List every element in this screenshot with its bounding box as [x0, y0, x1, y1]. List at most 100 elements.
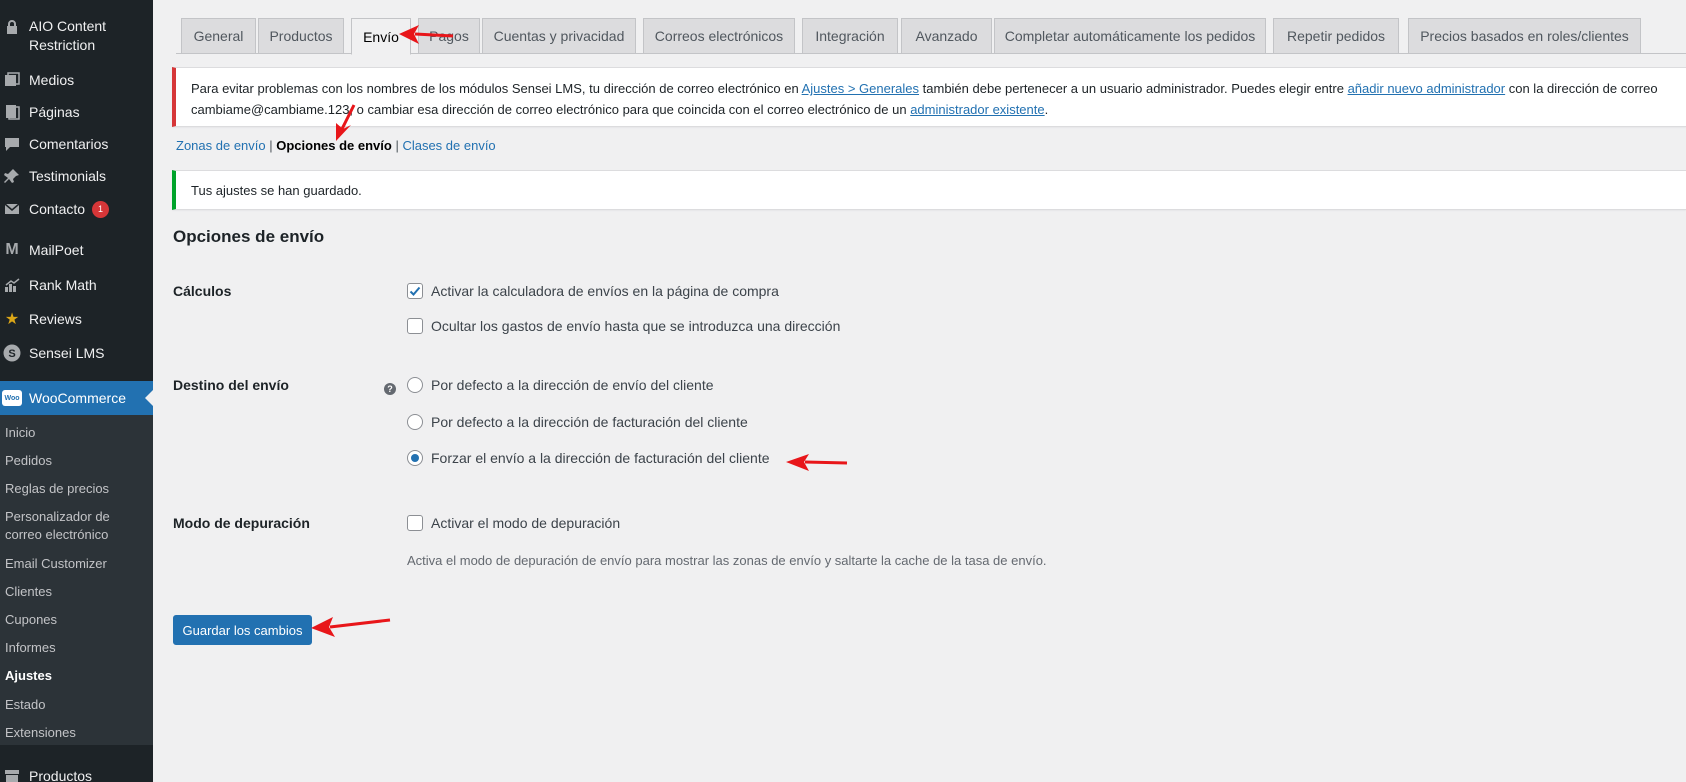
menu-label: Testimonials [29, 167, 107, 184]
menu-item-productos[interactable]: Productos [0, 766, 153, 782]
destination-shipping-option[interactable]: Por defecto a la dirección de envío del … [407, 377, 714, 393]
notice-text: Para evitar problemas con los nombres de… [191, 81, 802, 96]
destination-billing-option[interactable]: Por defecto a la dirección de facturació… [407, 414, 748, 430]
tab-envio[interactable]: Envío [351, 18, 411, 55]
hide-costs-option[interactable]: Ocultar los gastos de envío hasta que se… [407, 318, 840, 334]
submenu-item-estado[interactable]: Estado [5, 696, 145, 714]
submenu-item-ajustes[interactable]: Ajustes [5, 667, 145, 685]
subnav-shipping-options[interactable]: Opciones de envío [276, 138, 392, 153]
menu-item-rank-math[interactable]: Rank Math [0, 275, 153, 295]
submenu-item-extensiones[interactable]: Extensiones [5, 724, 145, 742]
enable-calculator-option[interactable]: Activar la calculadora de envíos en la p… [407, 283, 779, 299]
menu-item-sensei-lms[interactable]: S Sensei LMS [0, 343, 153, 363]
notification-badge: 1 [92, 200, 110, 218]
notice-text: cambiame@cambiame.123, o cambiar esa dir… [191, 102, 911, 117]
submenu-item-pedidos[interactable]: Pedidos [5, 452, 145, 470]
svg-text:S: S [8, 348, 15, 360]
notice-line-1: Para evitar problemas con los nombres de… [191, 78, 1686, 99]
tab-avanzado[interactable]: Avanzado [901, 18, 992, 54]
archive-icon [2, 766, 22, 782]
tab-precios-roles[interactable]: Precios basados en roles/clientes [1408, 18, 1641, 54]
menu-item-aio-content-restriction[interactable]: AIO Content Restriction [0, 17, 153, 55]
mailpoet-icon: M [5, 241, 19, 258]
option-label: Forzar el envío a la dirección de factur… [431, 450, 770, 466]
menu-item-testimonials[interactable]: Testimonials [0, 166, 153, 186]
lock-icon [2, 17, 22, 37]
menu-label: Comentarios [29, 135, 109, 152]
admin-error-notice: Para evitar problemas con los nombres de… [172, 67, 1686, 127]
submenu-item-inicio[interactable]: Inicio [5, 424, 145, 442]
destination-shipping-radio[interactable] [407, 377, 423, 393]
menu-item-reviews[interactable]: ★ Reviews [0, 309, 153, 329]
existing-admin-link[interactable]: administrador existente [910, 102, 1044, 117]
calculations-label: Cálculos [173, 283, 232, 299]
tab-productos[interactable]: Productos [258, 18, 344, 54]
menu-label: Rank Math [29, 276, 97, 293]
notice-text: . [1044, 102, 1049, 117]
settings-saved-notice: Tus ajustes se han guardado. [172, 170, 1686, 210]
menu-label: Reviews [29, 310, 82, 327]
annotation-arrow-icon [786, 454, 848, 471]
tab-pagos[interactable]: Pagos [418, 18, 480, 54]
mail-icon [2, 199, 22, 219]
option-label: Activar la calculadora de envíos en la p… [431, 283, 779, 299]
menu-item-mailpoet[interactable]: M MailPoet [0, 240, 153, 260]
subnav-shipping-zones[interactable]: Zonas de envío [176, 138, 266, 153]
sensei-icon: S [2, 343, 22, 363]
destination-billing-radio[interactable] [407, 414, 423, 430]
notice-text: Tus ajustes se han guardado. [191, 183, 362, 198]
submenu-item-personalizador-correo[interactable]: Personalizador de correo electrónico [5, 508, 145, 544]
menu-item-comentarios[interactable]: Comentarios [0, 134, 153, 154]
tab-completar-pedidos[interactable]: Completar automáticamente los pedidos [994, 18, 1266, 54]
add-admin-link[interactable]: añadir nuevo administrador [1348, 81, 1506, 96]
menu-label: Contacto [29, 200, 86, 217]
pin-icon [2, 166, 22, 186]
hide-costs-checkbox[interactable] [407, 318, 423, 334]
menu-item-paginas[interactable]: Páginas [0, 102, 153, 122]
submenu-item-cupones[interactable]: Cupones [5, 611, 145, 629]
chart-icon [2, 275, 22, 295]
menu-label: Sensei LMS [29, 344, 105, 361]
menu-label: AIO Content Restriction [29, 18, 107, 53]
debug-mode-checkbox[interactable] [407, 515, 423, 531]
menu-label: Productos [29, 767, 93, 782]
general-settings-link[interactable]: Ajustes > Generales [802, 81, 919, 96]
tab-integracion[interactable]: Integración [802, 18, 898, 54]
option-label: Activar el modo de depuración [431, 515, 621, 531]
debug-mode-option[interactable]: Activar el modo de depuración [407, 515, 620, 531]
force-billing-radio[interactable] [407, 450, 423, 466]
tab-repetir-pedidos[interactable]: Repetir pedidos [1273, 18, 1399, 54]
submenu-item-reglas-de-precios[interactable]: Reglas de precios [5, 480, 145, 498]
current-menu-caret-icon [145, 390, 153, 406]
debug-description: Activa el modo de depuración de envío pa… [407, 553, 1047, 568]
option-label: Por defecto a la dirección de envío del … [431, 377, 714, 393]
submenu-item-informes[interactable]: Informes [5, 639, 145, 657]
annotation-arrow-icon [311, 617, 391, 637]
submenu-item-clientes[interactable]: Clientes [5, 583, 145, 601]
force-billing-option[interactable]: Forzar el envío a la dirección de factur… [407, 450, 770, 466]
submenu-item-email-customizer[interactable]: Email Customizer [5, 555, 145, 573]
menu-label: Páginas [29, 103, 80, 120]
subnav-separator: | [265, 138, 277, 153]
enable-calculator-checkbox[interactable] [407, 283, 423, 299]
tab-general[interactable]: General [181, 18, 256, 54]
tab-correos[interactable]: Correos electrónicos [643, 18, 795, 54]
menu-label: WooCommerce [29, 390, 126, 406]
menu-item-contacto[interactable]: Contacto 1 [0, 199, 153, 219]
star-icon: ★ [4, 311, 20, 328]
option-label: Ocultar los gastos de envío hasta que se… [431, 318, 841, 334]
menu-label: MailPoet [29, 241, 84, 258]
subnav-shipping-classes[interactable]: Clases de envío [402, 138, 495, 153]
help-tip-icon[interactable]: ? [384, 383, 396, 395]
menu-item-medios[interactable]: Medios [0, 70, 153, 90]
notice-text: con la dirección de correo [1505, 81, 1658, 96]
shipping-subnav: Zonas de envío | Opciones de envío | Cla… [176, 138, 496, 153]
settings-tabs: General Productos Envío Pagos Cuentas y … [176, 18, 1686, 55]
menu-label: Medios [29, 71, 75, 88]
menu-item-woocommerce[interactable]: Woo WooCommerce [0, 381, 153, 415]
tab-cuentas-privacidad[interactable]: Cuentas y privacidad [482, 18, 636, 54]
woocommerce-submenu: Inicio Pedidos Reglas de precios Persona… [0, 415, 153, 745]
shipping-destination-label: Destino del envío [173, 377, 289, 393]
woocommerce-logo-icon: Woo [2, 390, 22, 406]
save-changes-button[interactable]: Guardar los cambios [173, 615, 312, 645]
